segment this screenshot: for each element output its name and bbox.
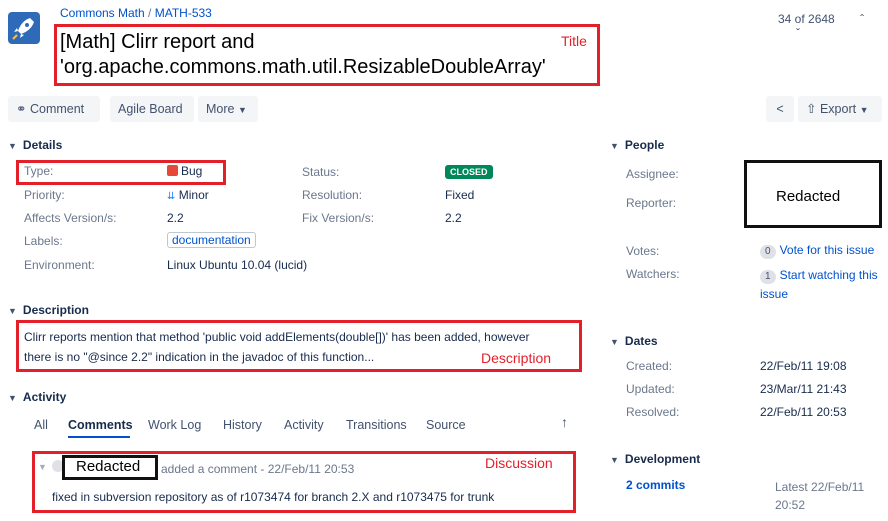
type-annotation-box xyxy=(16,160,226,185)
project-avatar[interactable] xyxy=(8,12,40,44)
title-annotation-box xyxy=(54,24,600,86)
breadcrumb-project[interactable]: Commons Math xyxy=(60,6,145,20)
share-icon: < xyxy=(776,102,784,116)
priority-label: Priority: xyxy=(24,188,65,202)
chevron-down-icon: ▼ xyxy=(8,393,17,403)
reporter-label: Reporter: xyxy=(626,196,677,210)
watch-link[interactable]: Start watching this xyxy=(780,268,878,282)
created-label: Created: xyxy=(626,359,673,373)
votes-label: Votes: xyxy=(626,244,660,258)
updated-value: 23/Mar/11 21:43 xyxy=(760,382,847,396)
comment-button[interactable]: ⚭ Comment xyxy=(8,96,100,122)
vote-link[interactable]: Vote for this issue xyxy=(780,243,875,257)
fix-version-label: Fix Version/s: xyxy=(302,211,375,225)
comment-author: Redacted xyxy=(76,458,141,475)
tab-source[interactable]: Source xyxy=(426,418,466,432)
watchers-value: 1 Start watching this issue xyxy=(760,268,878,301)
label-tag[interactable]: documentation xyxy=(167,232,256,248)
details-heading[interactable]: ▼ Details xyxy=(8,138,62,152)
comment-icon: ⚭ xyxy=(16,102,27,116)
environment-value: Linux Ubuntu 10.04 (lucid) xyxy=(167,258,308,272)
environment-label: Environment: xyxy=(24,258,95,272)
fix-version-value[interactable]: 2.2 xyxy=(445,211,462,225)
description-annotation-label: Description xyxy=(481,350,552,366)
agile-board-button[interactable]: Agile Board xyxy=(110,96,194,122)
chevron-down-icon: ▼ xyxy=(610,455,619,465)
description-heading[interactable]: ▼ Description xyxy=(8,303,89,317)
comment-body: fixed in subversion repository as of r10… xyxy=(52,490,495,504)
assignee-label: Assignee: xyxy=(626,167,679,181)
active-tab-underline xyxy=(68,436,130,438)
development-heading[interactable]: ▼ Development xyxy=(610,452,700,466)
labels-label: Labels: xyxy=(24,234,63,248)
votes-count: 0 xyxy=(760,245,776,259)
breadcrumb-issue-key[interactable]: MATH-533 xyxy=(155,6,212,20)
chevron-down-icon: ▼ xyxy=(8,306,17,316)
affects-version-label: Affects Version/s: xyxy=(24,211,117,225)
tab-activity[interactable]: Activity xyxy=(284,418,324,432)
activity-heading[interactable]: ▼ Activity xyxy=(8,390,66,404)
chevron-down-icon[interactable]: ▼ xyxy=(38,462,47,472)
updated-label: Updated: xyxy=(626,382,675,396)
priority-minor-icon: ⇊ xyxy=(167,191,176,202)
tab-work-log[interactable]: Work Log xyxy=(148,418,201,432)
watchers-label: Watchers: xyxy=(626,267,680,281)
latest-commit: Latest 22/Feb/11 20:52 xyxy=(775,480,865,512)
title-annotation-label: Title xyxy=(561,33,587,49)
share-button[interactable]: < xyxy=(766,96,794,122)
created-value: 22/Feb/11 19:08 xyxy=(760,359,847,373)
people-heading[interactable]: ▼ People xyxy=(610,138,664,152)
discussion-annotation-label: Discussion xyxy=(485,455,553,471)
chevron-down-icon[interactable]: ˇ xyxy=(796,26,800,40)
priority-value: ⇊ Minor xyxy=(167,188,209,202)
rocket-icon xyxy=(12,18,34,40)
chevron-down-icon: ▼ xyxy=(8,141,17,151)
tab-all[interactable]: All xyxy=(34,418,48,432)
issue-pager: 34 of 2648 ˆ ˇ xyxy=(778,12,865,40)
commits-link[interactable]: 2 commits xyxy=(626,478,685,492)
more-button[interactable]: More ▼ xyxy=(198,96,258,122)
chevron-down-icon: ▼ xyxy=(610,337,619,347)
chevron-up-icon[interactable]: ˆ xyxy=(860,12,864,26)
people-redacted-text: Redacted xyxy=(776,188,841,205)
comment-meta: added a comment - 22/Feb/11 20:53 xyxy=(161,462,355,476)
chevron-down-icon: ▼ xyxy=(237,105,247,115)
tab-comments[interactable]: Comments xyxy=(68,418,133,432)
watchers-count: 1 xyxy=(760,270,776,284)
chevron-down-icon: ▼ xyxy=(859,105,869,115)
status-label: Status: xyxy=(302,165,340,179)
tab-history[interactable]: History xyxy=(223,418,262,432)
resolution-label: Resolution: xyxy=(302,188,363,202)
resolved-value: 22/Feb/11 20:53 xyxy=(760,405,847,419)
export-button[interactable]: ⇧ Export ▼ xyxy=(798,96,882,122)
breadcrumb: Commons Math / MATH-533 xyxy=(60,6,212,20)
tab-transitions[interactable]: Transitions xyxy=(346,418,407,432)
chevron-down-icon: ▼ xyxy=(610,141,619,151)
dates-heading[interactable]: ▼ Dates xyxy=(610,334,658,348)
export-icon: ⇧ xyxy=(806,102,817,116)
resolution-value: Fixed xyxy=(445,188,475,202)
votes-value: 0 Vote for this issue xyxy=(760,243,874,259)
status-badge[interactable]: CLOSED xyxy=(445,165,493,179)
resolved-label: Resolved: xyxy=(626,405,680,419)
sort-arrow-up-icon[interactable]: ↑ xyxy=(561,414,568,430)
affects-version-value: 2.2 xyxy=(167,211,184,225)
